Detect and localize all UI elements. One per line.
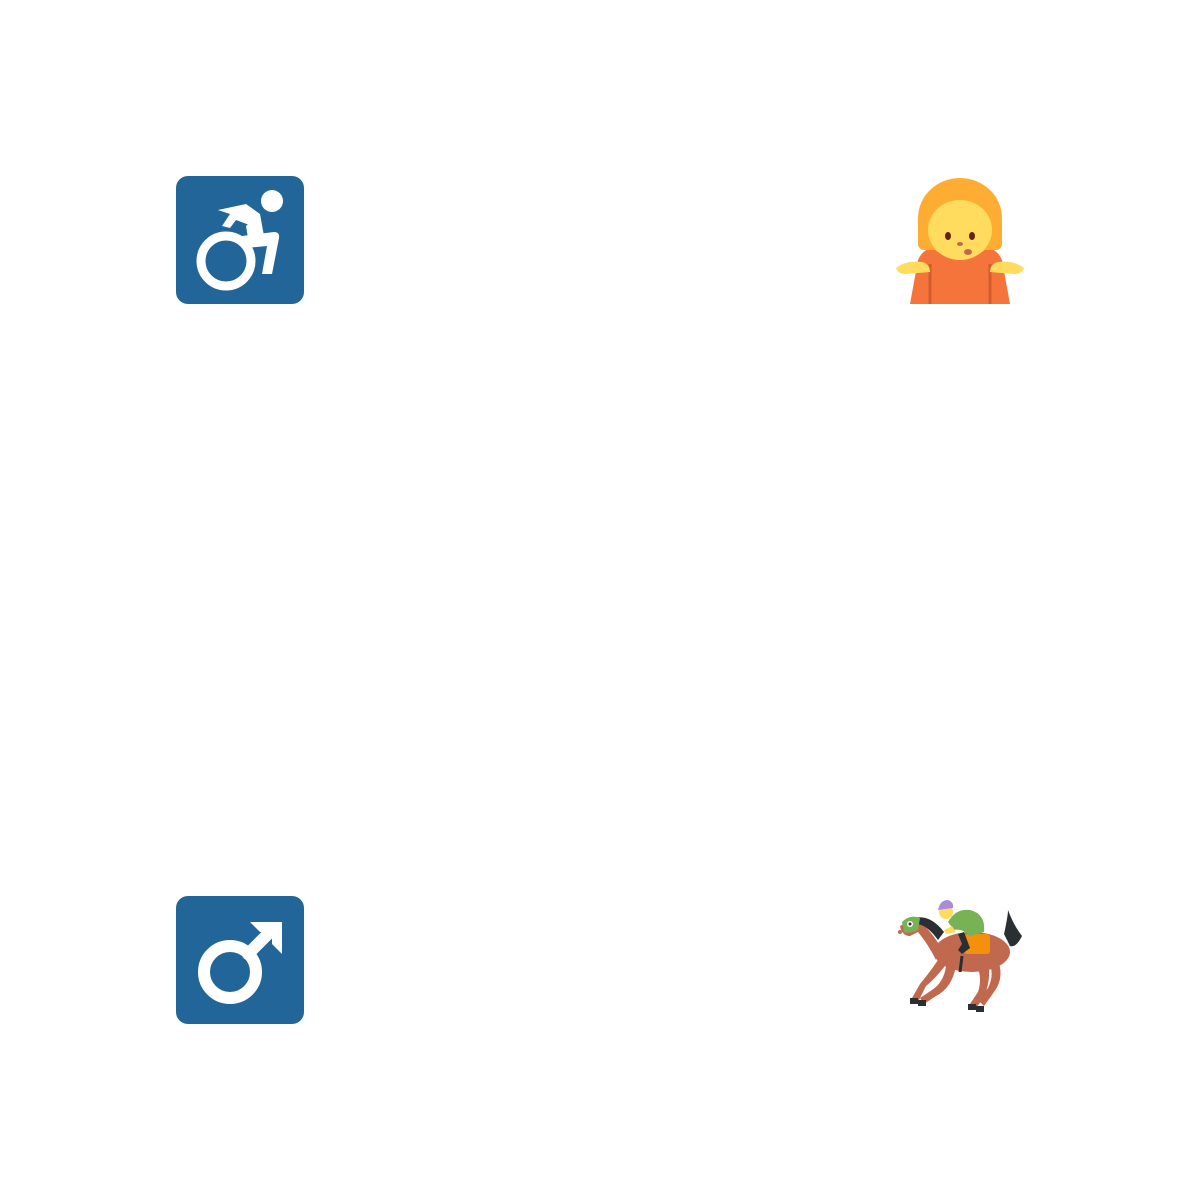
horse-racing-emoji xyxy=(896,896,1024,1024)
horse-racing-icon xyxy=(898,900,1022,1012)
person-shrugging-icon xyxy=(896,178,1024,304)
wheelchair-emoji xyxy=(176,176,304,304)
male-sign-icon xyxy=(176,896,304,1024)
wheelchair-symbol-icon xyxy=(176,176,304,304)
male-sign-emoji xyxy=(176,896,304,1024)
person-shrugging-emoji xyxy=(896,176,1024,304)
